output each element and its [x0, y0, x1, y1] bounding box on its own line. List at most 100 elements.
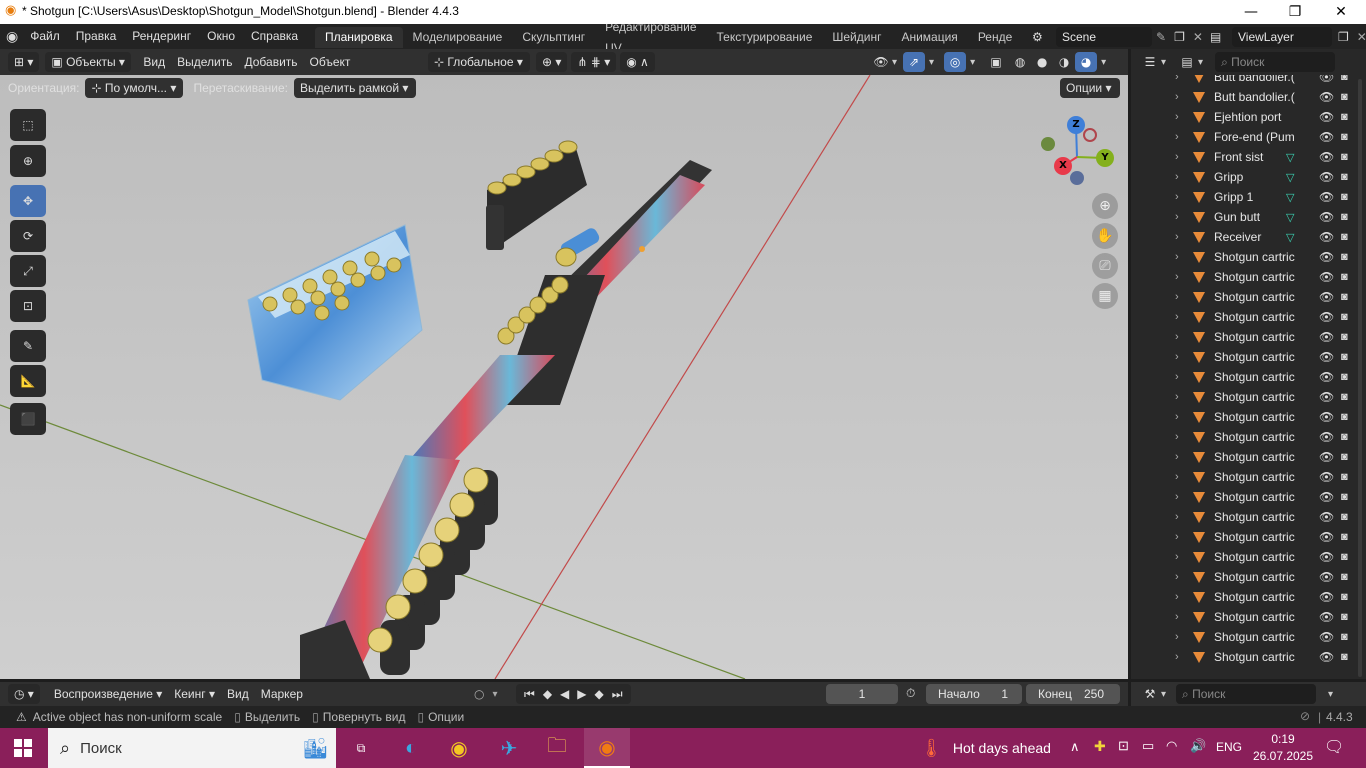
- 3d-viewport[interactable]: Z Y X Ориентация: ⊹ По умолч... ▾ Перета…: [0, 75, 1128, 679]
- mesh-data-icon[interactable]: ▽: [1286, 171, 1294, 184]
- volume-icon[interactable]: 🔊: [1190, 738, 1206, 754]
- prev-keyframe-icon[interactable]: ◆: [539, 687, 556, 701]
- play-icon[interactable]: ▶: [573, 687, 590, 701]
- render-camera-icon[interactable]: ◙: [1341, 651, 1348, 663]
- menu-help[interactable]: Справка: [243, 24, 306, 49]
- tab-rendering[interactable]: Ренде: [968, 27, 1021, 48]
- render-camera-icon[interactable]: ◙: [1341, 591, 1348, 603]
- outliner-row[interactable]: › Front sist ▽ 👁 ◙: [1131, 147, 1366, 167]
- expand-chevron-icon[interactable]: ›: [1175, 551, 1179, 563]
- render-camera-icon[interactable]: ◙: [1341, 411, 1348, 423]
- end-frame-field[interactable]: Конец 250: [1026, 684, 1120, 704]
- visibility-eye-icon[interactable]: 👁: [1319, 350, 1334, 364]
- visibility-eye-icon[interactable]: 👁: [1319, 430, 1334, 444]
- weather-widget[interactable]: 🌡 Hot days ahead: [920, 728, 1051, 768]
- tab-layout[interactable]: Планировка: [315, 27, 403, 48]
- expand-chevron-icon[interactable]: ›: [1175, 391, 1179, 403]
- render-camera-icon[interactable]: ◙: [1341, 491, 1348, 503]
- visibility-eye-icon[interactable]: 👁: [1319, 90, 1334, 104]
- display-mode-icon[interactable]: ▤: [1176, 52, 1198, 72]
- expand-chevron-icon[interactable]: ›: [1175, 531, 1179, 543]
- outliner-row[interactable]: › Shotgun cartric 👁 ◙: [1131, 407, 1366, 427]
- move-tool[interactable]: ✥: [10, 185, 46, 217]
- view-layer-icon[interactable]: ▤: [1210, 30, 1232, 44]
- windows-start-icon[interactable]: [0, 728, 46, 768]
- menu-window[interactable]: Окно: [199, 24, 243, 49]
- mesh-data-icon[interactable]: ▽: [1286, 211, 1294, 224]
- visibility-eye-icon[interactable]: 👁: [1319, 610, 1334, 624]
- transform-tool[interactable]: ⊡: [10, 290, 46, 322]
- expand-chevron-icon[interactable]: ›: [1175, 331, 1179, 343]
- render-camera-icon[interactable]: ◙: [1341, 311, 1348, 323]
- tab-uv-editing[interactable]: Редактирование UV: [595, 24, 706, 49]
- wifi-icon[interactable]: ◠: [1166, 738, 1177, 754]
- chrome-browser-icon[interactable]: ◉: [436, 728, 482, 768]
- camera-view-icon[interactable]: ⎚: [1092, 253, 1118, 279]
- outliner-row[interactable]: › Butt bandolier.(👁 ◙: [1131, 87, 1366, 107]
- expand-chevron-icon[interactable]: ›: [1175, 571, 1179, 583]
- tray-app-icon[interactable]: ✚: [1094, 738, 1106, 755]
- close-button[interactable]: ✕: [1318, 0, 1364, 24]
- expand-chevron-icon[interactable]: ›: [1175, 311, 1179, 323]
- outliner-row[interactable]: › Shotgun cartric 👁 ◙: [1131, 587, 1366, 607]
- overlay-toggle-icon[interactable]: ◎: [944, 52, 967, 72]
- scale-tool[interactable]: ⤢: [10, 255, 46, 287]
- expand-chevron-icon[interactable]: ›: [1175, 351, 1179, 363]
- render-camera-icon[interactable]: ◙: [1341, 371, 1348, 383]
- timeline-editor-type[interactable]: ◷ ▾: [8, 684, 40, 704]
- rendered-shading-icon[interactable]: ◕: [1075, 52, 1098, 72]
- delete-view-layer-icon[interactable]: ✕: [1357, 30, 1366, 44]
- render-camera-icon[interactable]: ◙: [1341, 111, 1348, 123]
- outliner-row[interactable]: › Shotgun cartric 👁 ◙: [1131, 607, 1366, 627]
- pivot-dropdown[interactable]: ⊕ ▾: [536, 52, 568, 72]
- stopwatch-icon[interactable]: ⏱: [906, 686, 915, 701]
- chevron-down-icon[interactable]: ▾: [1328, 689, 1333, 700]
- visibility-eye-icon[interactable]: 👁: [1319, 130, 1334, 144]
- outliner-row[interactable]: › Shotgun cartric 👁 ◙: [1131, 427, 1366, 447]
- properties-search-input[interactable]: ⌕ Поиск: [1176, 684, 1317, 704]
- menu-file[interactable]: Файл: [22, 24, 68, 49]
- menu-add[interactable]: Добавить: [239, 52, 304, 72]
- add-cube-tool[interactable]: ⬛: [10, 403, 46, 435]
- visibility-eye-icon[interactable]: 👁: [1319, 410, 1334, 424]
- render-camera-icon[interactable]: ◙: [1341, 611, 1348, 623]
- render-camera-icon[interactable]: ◙: [1341, 531, 1348, 543]
- battery-icon[interactable]: ▭: [1142, 738, 1154, 754]
- outliner-row[interactable]: › Fore-end (Pum 👁 ◙: [1131, 127, 1366, 147]
- current-frame-field[interactable]: 1: [826, 684, 898, 704]
- options-dropdown[interactable]: Опции ▾: [1060, 78, 1120, 98]
- visibility-eye-icon[interactable]: 👁: [1319, 210, 1334, 224]
- render-camera-icon[interactable]: ◙: [1341, 75, 1348, 83]
- outliner-row[interactable]: › Shotgun cartric 👁 ◙: [1131, 447, 1366, 467]
- proportional-edit-toggle[interactable]: ◉ ∧: [620, 52, 655, 72]
- zoom-icon[interactable]: ⊕: [1092, 193, 1118, 219]
- measure-tool[interactable]: 📐: [10, 365, 46, 397]
- visibility-eye-icon[interactable]: 👁: [1319, 330, 1334, 344]
- delete-scene-icon[interactable]: ✕: [1193, 30, 1203, 44]
- render-camera-icon[interactable]: ◙: [1341, 331, 1348, 343]
- outliner-row[interactable]: › Shotgun cartric 👁 ◙: [1131, 627, 1366, 647]
- xray-toggle-icon[interactable]: ▣: [985, 52, 1007, 72]
- render-camera-icon[interactable]: ◙: [1341, 471, 1348, 483]
- outliner-editor-type-icon[interactable]: ☰: [1139, 52, 1161, 72]
- select-box-tool[interactable]: ⬚: [10, 109, 46, 141]
- expand-chevron-icon[interactable]: ›: [1175, 471, 1179, 483]
- expand-chevron-icon[interactable]: ›: [1175, 431, 1179, 443]
- visibility-eye-icon[interactable]: 👁: [1319, 590, 1334, 604]
- gizmo-z-axis[interactable]: Z: [1067, 116, 1085, 134]
- outliner-row[interactable]: › Gripp ▽ 👁 ◙: [1131, 167, 1366, 187]
- annotate-tool[interactable]: ✎: [10, 330, 46, 362]
- outliner-row[interactable]: › Receiver ▽ 👁 ◙: [1131, 227, 1366, 247]
- maximize-button[interactable]: ❐: [1272, 0, 1318, 24]
- expand-chevron-icon[interactable]: ›: [1175, 411, 1179, 423]
- visibility-eye-icon[interactable]: 👁: [1319, 450, 1334, 464]
- outliner-row[interactable]: › Shotgun cartric 👁 ◙: [1131, 367, 1366, 387]
- expand-chevron-icon[interactable]: ›: [1175, 211, 1179, 223]
- render-camera-icon[interactable]: ◙: [1341, 391, 1348, 403]
- shading-dropdown-icon[interactable]: ▾: [1101, 57, 1106, 68]
- expand-chevron-icon[interactable]: ›: [1175, 371, 1179, 383]
- render-camera-icon[interactable]: ◙: [1341, 211, 1348, 223]
- task-view-icon[interactable]: ⧉: [338, 728, 384, 768]
- file-explorer-icon[interactable]: 🗀: [534, 728, 580, 768]
- outliner-search-input[interactable]: ⌕ Поиск: [1215, 52, 1336, 72]
